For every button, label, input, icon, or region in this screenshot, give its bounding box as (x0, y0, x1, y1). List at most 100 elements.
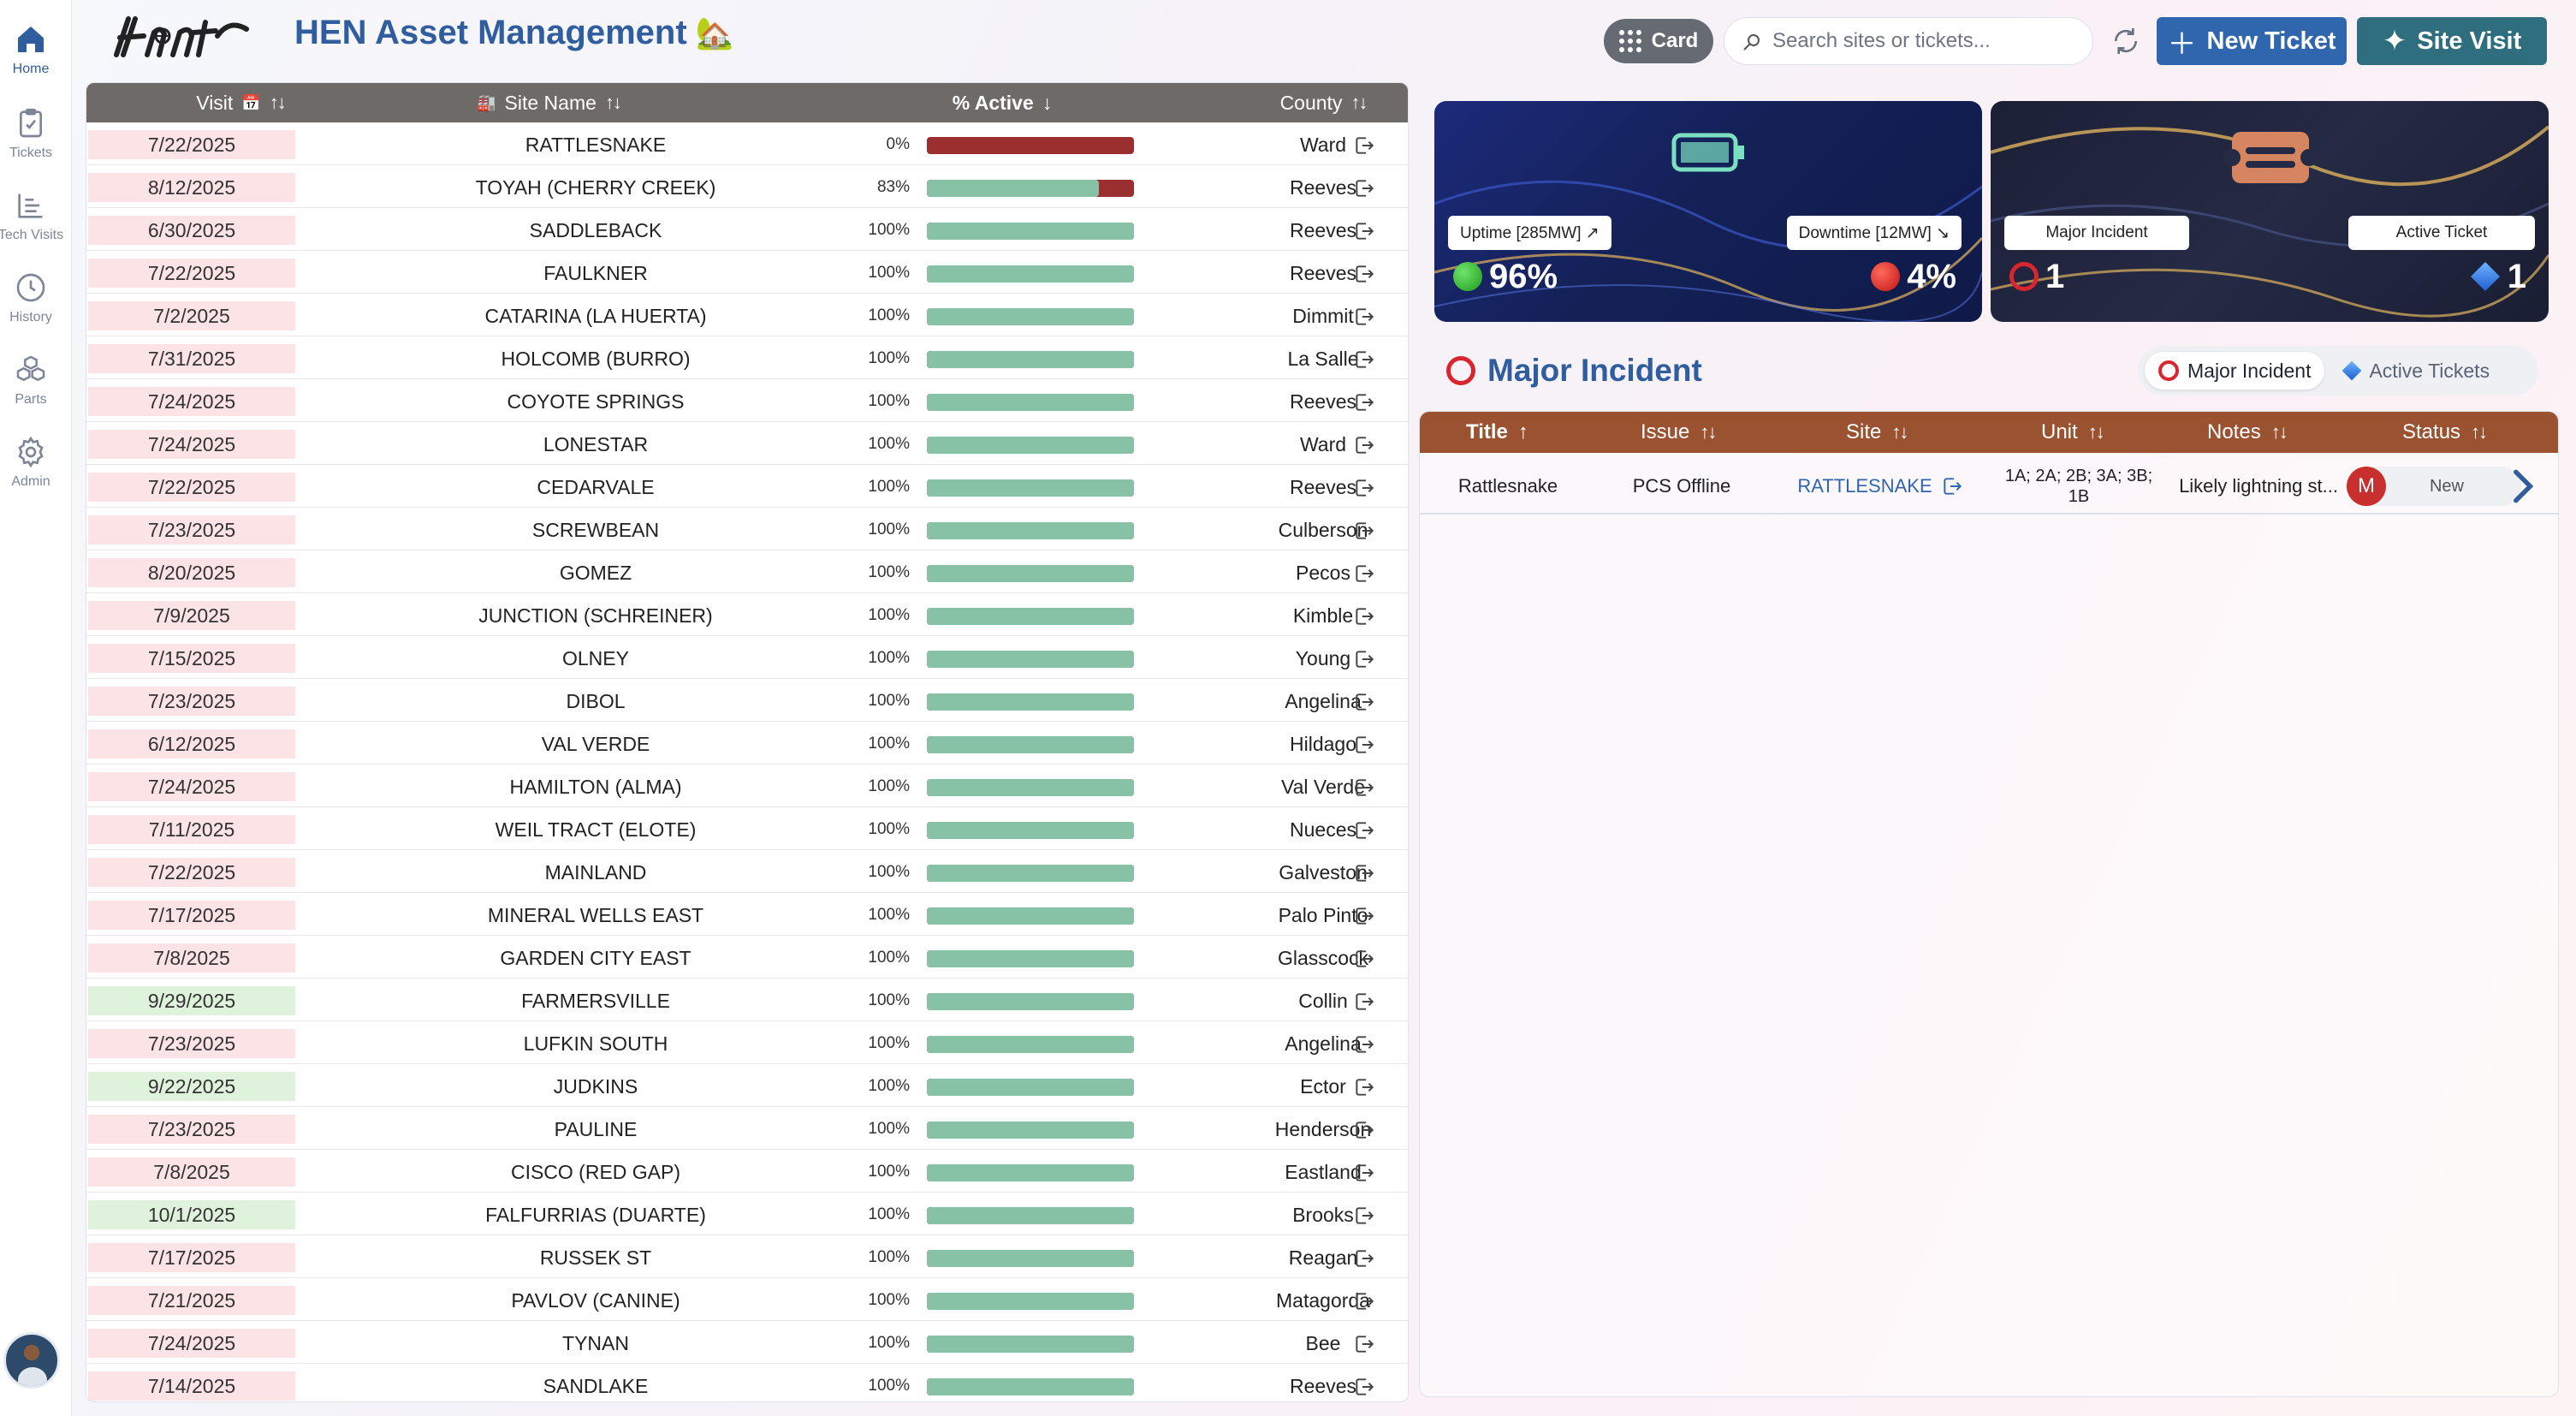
table-row[interactable]: 7/21/2025 PAVLOV (CANINE) 100% Matagorda (86, 1280, 1408, 1321)
open-site-icon[interactable] (1353, 220, 1375, 242)
sidebar-item-parts[interactable]: Parts (0, 353, 62, 428)
county: Reeves (1290, 390, 1356, 413)
open-site-icon[interactable] (1353, 434, 1375, 456)
table-row[interactable]: 7/22/2025 RATTLESNAKE 0% Ward (86, 124, 1408, 165)
table-row[interactable]: 7/23/2025 LUFKIN SOUTH 100% Angelina (86, 1023, 1408, 1064)
open-site-icon[interactable] (1353, 905, 1375, 927)
open-site-icon[interactable] (1353, 948, 1375, 970)
table-row[interactable]: 7/14/2025 SANDLAKE 100% Reeves (86, 1365, 1408, 1401)
table-row[interactable]: 7/22/2025 FAULKNER 100% Reeves (86, 253, 1408, 294)
table-row[interactable]: 7/17/2025 RUSSEK ST 100% Reagan (86, 1237, 1408, 1278)
open-site-icon[interactable] (1353, 1290, 1375, 1312)
unit-column-header[interactable]: Unit ↑↓ (2041, 412, 2105, 453)
site-visit-button[interactable]: ✦ Site Visit (2357, 17, 2547, 65)
open-site-icon[interactable] (1353, 477, 1375, 499)
open-site-icon[interactable] (1353, 1333, 1375, 1355)
visit-column-header[interactable]: Visit 📅 ↑↓ (86, 83, 395, 122)
table-row[interactable]: 9/29/2025 FARMERSVILLE 100% Collin (86, 980, 1408, 1021)
table-row[interactable]: 8/20/2025 GOMEZ 100% Pecos (86, 552, 1408, 593)
active-percent: 100% (868, 1034, 910, 1052)
sidebar-item-home[interactable]: Home (0, 22, 62, 98)
open-site-icon[interactable] (1353, 776, 1375, 799)
site-column-header[interactable]: Site ↑↓ (1846, 412, 1908, 453)
table-row[interactable]: 7/22/2025 MAINLAND 100% Galveston (86, 852, 1408, 893)
open-site-icon[interactable] (1353, 1119, 1375, 1141)
open-site-icon[interactable] (1353, 1205, 1375, 1227)
active-percent: 100% (868, 521, 910, 538)
open-site-icon[interactable] (1353, 562, 1375, 585)
incident-site-link[interactable]: RATTLESNAKE (1778, 458, 1983, 515)
table-row[interactable]: 7/2/2025 CATARINA (LA HUERTA) 100% Dimmit (86, 295, 1408, 336)
open-site-icon[interactable] (1353, 734, 1375, 756)
open-site-icon[interactable] (1353, 1247, 1375, 1270)
issue-column-header[interactable]: Issue ↑↓ (1641, 412, 1717, 453)
table-row[interactable]: 7/24/2025 LONESTAR 100% Ward (86, 424, 1408, 465)
active-progress-bar (927, 1079, 1134, 1096)
active-percent: 100% (868, 392, 910, 410)
table-row[interactable]: 7/22/2025 CEDARVALE 100% Reeves (86, 467, 1408, 508)
incident-row[interactable]: Rattlesnake PCS Offline RATTLESNAKE 1A; … (1420, 458, 2558, 515)
open-site-icon[interactable] (1353, 819, 1375, 842)
tab-active-tickets[interactable]: Active Tickets (2331, 352, 2503, 390)
open-site-icon[interactable] (1353, 391, 1375, 413)
table-row[interactable]: 7/9/2025 JUNCTION (SCHREINER) 100% Kimble (86, 595, 1408, 636)
table-row[interactable]: 8/12/2025 TOYAH (CHERRY CREEK) 83% Reeves (86, 167, 1408, 208)
open-site-icon[interactable] (1353, 1033, 1375, 1056)
chevron-right-icon[interactable] (2500, 465, 2543, 508)
table-row[interactable]: 7/24/2025 HAMILTON (ALMA) 100% Val Verde (86, 766, 1408, 807)
search-input[interactable] (1772, 29, 2080, 53)
sidebar-item-history[interactable]: History (0, 271, 62, 346)
open-site-icon[interactable] (1353, 177, 1375, 199)
table-row[interactable]: 7/23/2025 DIBOL 100% Angelina (86, 681, 1408, 722)
new-ticket-button[interactable]: ＋ New Ticket (2157, 17, 2347, 65)
clock-icon (16, 273, 45, 302)
open-site-icon[interactable] (1353, 306, 1375, 328)
open-site-icon[interactable] (1353, 991, 1375, 1013)
table-row[interactable]: 7/8/2025 CISCO (RED GAP) 100% Eastland (86, 1151, 1408, 1193)
active-progress-bar (927, 479, 1134, 497)
open-site-icon[interactable] (1353, 1076, 1375, 1098)
refresh-icon[interactable] (2109, 24, 2143, 58)
table-row[interactable]: 7/31/2025 HOLCOMB (BURRO) 100% La Salle (86, 338, 1408, 379)
sidebar-item-tech-visits[interactable]: Tech Visits (0, 188, 63, 264)
sort-icon: ↑↓ (2087, 421, 2105, 443)
open-site-icon[interactable] (1353, 1162, 1375, 1184)
status-column-header[interactable]: Status ↑↓ (2402, 412, 2488, 453)
active-column-header[interactable]: % Active ↓ (840, 83, 1165, 122)
visit-date: 9/22/2025 (88, 1072, 295, 1101)
plus-icon: ＋ (2167, 27, 2197, 61)
table-row[interactable]: 6/12/2025 VAL VERDE 100% Hildago (86, 723, 1408, 765)
open-site-icon[interactable] (1353, 648, 1375, 670)
open-site-icon[interactable] (1353, 348, 1375, 371)
table-row[interactable]: 7/24/2025 TYNAN 100% Bee (86, 1323, 1408, 1364)
open-site-icon[interactable] (1353, 862, 1375, 884)
table-row[interactable]: 7/23/2025 SCREWBEAN 100% Culberson (86, 509, 1408, 550)
sidebar-item-admin[interactable]: Admin (0, 435, 62, 510)
table-row[interactable]: 9/22/2025 JUDKINS 100% Ector (86, 1066, 1408, 1107)
open-site-icon[interactable] (1353, 691, 1375, 713)
notes-column-header[interactable]: Notes ↑↓ (2207, 412, 2288, 453)
table-row[interactable]: 7/15/2025 OLNEY 100% Young (86, 638, 1408, 679)
table-row[interactable]: 7/17/2025 MINERAL WELLS EAST 100% Palo Pint… (86, 895, 1408, 936)
title-column-header[interactable]: Title ↑ (1466, 412, 1528, 453)
table-row[interactable]: 7/24/2025 COYOTE SPRINGS 100% Reeves (86, 381, 1408, 422)
table-row[interactable]: 7/8/2025 GARDEN CITY EAST 100% Glasscock (86, 937, 1408, 979)
open-site-icon[interactable] (1353, 263, 1375, 285)
user-avatar[interactable] (3, 1332, 60, 1389)
table-row[interactable]: 10/1/2025 FALFURRIAS (DUARTE) 100% Brooks (86, 1194, 1408, 1235)
incident-ring-icon (2158, 360, 2179, 381)
table-row[interactable]: 7/11/2025 WEIL TRACT (ELOTE) 100% Nueces (86, 809, 1408, 850)
site-name-column-header[interactable]: 🏭 Site Name ↑↓ (395, 83, 703, 122)
open-site-icon[interactable] (1353, 520, 1375, 542)
view-toggle-button[interactable]: Card (1604, 19, 1713, 63)
major-incident-label: Major Incident (2004, 216, 2189, 250)
open-site-icon[interactable] (1353, 605, 1375, 628)
tab-major-incident[interactable]: Major Incident (2145, 352, 2325, 390)
table-row[interactable]: 7/23/2025 PAULINE 100% Henderson (86, 1109, 1408, 1150)
sidebar-item-tickets[interactable]: Tickets (0, 106, 62, 181)
active-progress-bar (927, 265, 1134, 283)
table-row[interactable]: 6/30/2025 SADDLEBACK 100% Reeves (86, 210, 1408, 251)
open-site-icon[interactable] (1353, 134, 1375, 157)
open-site-icon[interactable] (1353, 1376, 1375, 1398)
county-column-header[interactable]: County ↑↓ (1225, 83, 1408, 122)
